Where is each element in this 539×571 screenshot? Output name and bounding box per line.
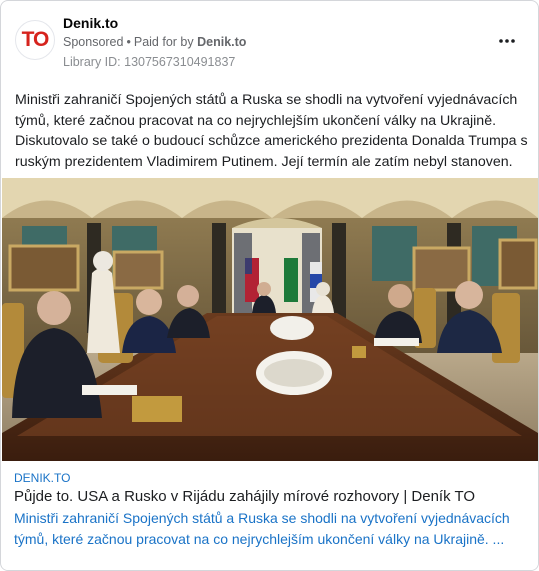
ad-photo[interactable] bbox=[2, 178, 538, 461]
ad-body-text: Ministři zahraničí Spojených států a Rus… bbox=[15, 92, 528, 170]
page-avatar[interactable]: TO bbox=[15, 20, 55, 60]
page-name-link[interactable]: Denik.to bbox=[63, 15, 118, 31]
sponsored-line: Sponsored • Paid for by Denik.to bbox=[63, 35, 246, 49]
library-id: Library ID: 1307567310491837 bbox=[63, 55, 236, 69]
sponsored-label: Sponsored bbox=[63, 35, 124, 49]
paid-for-by-name[interactable]: Denik.to bbox=[197, 35, 246, 49]
avatar-logo-text: TO bbox=[21, 28, 50, 51]
paid-for-by-label: Paid for by bbox=[133, 35, 194, 49]
link-preview[interactable]: DENIK.TO Půjde to. USA a Rusko v Rijádu … bbox=[2, 461, 538, 570]
more-horizontal-icon bbox=[499, 39, 515, 43]
link-domain: DENIK.TO bbox=[14, 471, 71, 485]
link-description[interactable]: Ministři zahraničí Spojených států a Rus… bbox=[14, 508, 529, 550]
separator-dot: • bbox=[126, 35, 131, 49]
more-options-button[interactable] bbox=[495, 31, 519, 51]
link-headline[interactable]: Půjde to. USA a Rusko v Rijádu zahájily … bbox=[14, 488, 529, 505]
ad-card: TO Denik.to Sponsored • Paid for by Denik.… bbox=[0, 0, 539, 571]
